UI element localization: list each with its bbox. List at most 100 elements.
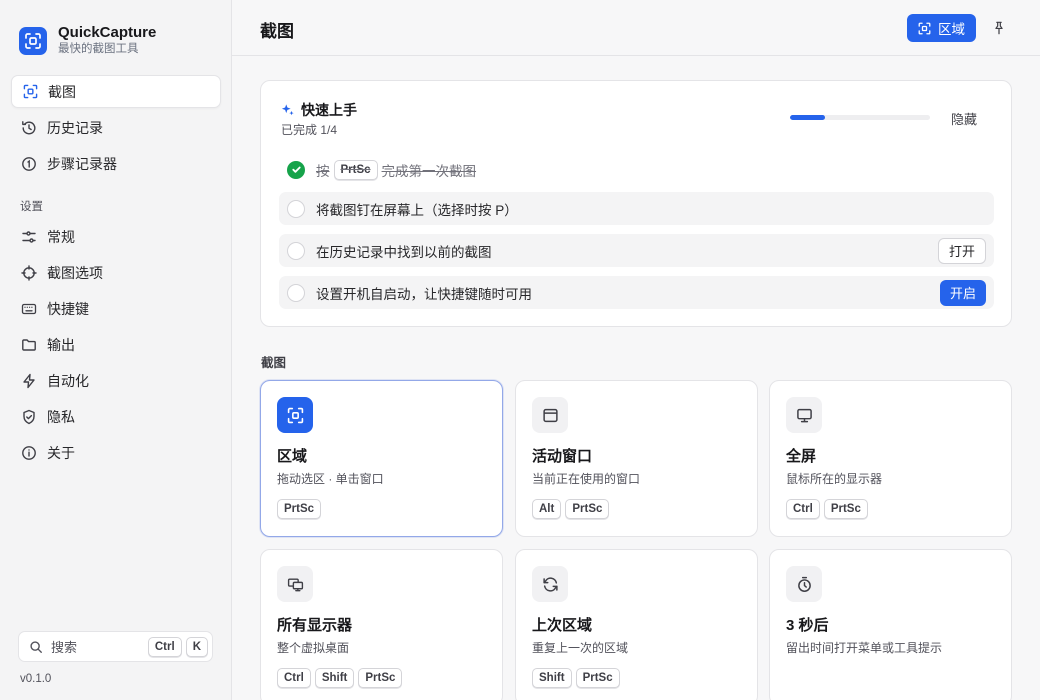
brand: QuickCapture 最快的截图工具 <box>19 24 156 57</box>
task-prefix: 按 <box>316 163 330 179</box>
card-title: 活动窗口 <box>532 448 593 465</box>
crosshair-icon <box>20 264 38 282</box>
app-version: v0.1.0 <box>20 673 52 685</box>
shortcut-keys: Ctrl PrtSc <box>786 499 868 519</box>
task-first-capture: 按 PrtSc 完成第一次截图 <box>279 153 994 186</box>
sidebar-item-label: 隐私 <box>47 408 75 425</box>
sliders-icon <box>20 228 38 246</box>
task-text: 设置开机自启动，让快捷键随时可用 <box>316 286 532 302</box>
shortcut-keys: PrtSc <box>277 499 322 519</box>
shortcut-keys: Ctrl Shift PrtSc <box>277 668 403 688</box>
sparkle-icon <box>281 103 295 117</box>
multi-monitor-icon <box>277 566 313 602</box>
sidebar-item-capture[interactable]: 截图 <box>11 75 221 108</box>
sidebar-item-automation[interactable]: 自动化 <box>11 364 221 397</box>
page-title: 截图 <box>260 22 294 41</box>
capture-card-active-window[interactable]: 活动窗口 当前正在使用的窗口 Alt PrtSc <box>515 380 758 537</box>
task-checkbox[interactable] <box>287 199 305 218</box>
hide-quick-start-button[interactable]: 隐藏 <box>951 109 977 128</box>
sidebar-item-label: 截图 <box>48 83 76 100</box>
kbd-key: PrtSc <box>575 668 620 688</box>
region-capture-icon <box>277 397 313 433</box>
task-checkbox[interactable] <box>287 283 305 302</box>
sidebar-item-about[interactable]: 关于 <box>11 436 221 469</box>
search-button[interactable]: 搜索 Ctrl K <box>18 631 213 662</box>
enable-autostart-button[interactable]: 开启 <box>939 279 986 306</box>
info-icon <box>20 444 38 462</box>
region-capture-button[interactable]: 区域 <box>907 14 976 42</box>
settings-nav: 常规 截图选项 快捷键 输出 自动化 隐私 关于 <box>11 220 221 472</box>
sidebar-item-steps[interactable]: 步骤记录器 <box>11 147 221 180</box>
search-label: 搜索 <box>51 640 78 655</box>
kbd-ctrl: Ctrl <box>147 636 182 657</box>
card-desc: 鼠标所在的显示器 <box>786 472 883 486</box>
card-desc: 重复上一次的区域 <box>532 641 629 655</box>
capture-section-label: 截图 <box>261 356 287 370</box>
monitor-icon <box>786 397 822 433</box>
folder-icon <box>20 336 38 354</box>
sidebar-item-general[interactable]: 常规 <box>11 220 221 253</box>
pin-icon <box>992 21 1006 35</box>
sidebar: QuickCapture 最快的截图工具 截图 历史记录 步骤记录器 设置 常规… <box>0 0 232 700</box>
shortcut-keys: Alt PrtSc <box>532 499 610 519</box>
open-history-button[interactable]: 打开 <box>937 237 986 264</box>
card-title: 所有显示器 <box>277 617 353 634</box>
capture-card-last-region[interactable]: 上次区域 重复上一次的区域 Shift PrtSc <box>515 549 758 700</box>
kbd-key: Shift <box>532 668 572 688</box>
capture-card-all-displays[interactable]: 所有显示器 整个虚拟桌面 Ctrl Shift PrtSc <box>260 549 503 700</box>
sidebar-item-label: 常规 <box>47 228 75 245</box>
kbd-prtsc: PrtSc <box>333 159 378 180</box>
region-capture-icon <box>21 83 39 101</box>
capture-card-fullscreen[interactable]: 全屏 鼠标所在的显示器 Ctrl PrtSc <box>769 380 1012 537</box>
quick-start-title: 快速上手 <box>281 100 357 120</box>
sidebar-item-privacy[interactable]: 隐私 <box>11 400 221 433</box>
sidebar-item-label: 自动化 <box>47 372 89 389</box>
refresh-icon <box>532 566 568 602</box>
kbd-key: Shift <box>314 668 355 688</box>
task-pin-screenshot[interactable]: 将截图钉在屏幕上（选择时按 P） <box>279 192 994 225</box>
keyboard-icon <box>20 300 38 318</box>
kbd-key: PrtSc <box>358 668 403 688</box>
card-desc: 留出时间打开菜单或工具提示 <box>786 641 943 655</box>
steps-icon <box>20 155 38 173</box>
sidebar-item-label: 输出 <box>47 336 75 353</box>
sidebar-item-label: 历史记录 <box>47 119 103 136</box>
sidebar-item-label: 快捷键 <box>47 300 89 317</box>
card-desc: 当前正在使用的窗口 <box>532 472 641 486</box>
search-icon <box>29 640 43 654</box>
capture-card-delayed[interactable]: 3 秒后 留出时间打开菜单或工具提示 <box>769 549 1012 700</box>
task-suffix: 完成第一次截图 <box>381 163 477 179</box>
task-checkbox[interactable] <box>287 241 305 260</box>
settings-section-label: 设置 <box>20 201 43 213</box>
kbd-key: Ctrl <box>786 499 820 519</box>
shield-icon <box>20 408 38 426</box>
region-capture-icon <box>918 22 931 35</box>
bolt-icon <box>20 372 38 390</box>
kbd-key: Ctrl <box>277 668 311 688</box>
card-title: 区域 <box>277 448 308 465</box>
top-header: 截图 区域 <box>232 0 1040 56</box>
kbd-key: PrtSc <box>277 499 322 519</box>
app-name: QuickCapture <box>58 24 157 41</box>
sidebar-item-hotkeys[interactable]: 快捷键 <box>11 292 221 325</box>
sidebar-item-label: 步骤记录器 <box>47 155 117 172</box>
sidebar-item-label: 截图选项 <box>47 264 103 281</box>
capture-card-region[interactable]: 区域 拖动选区 · 单击窗口 PrtSc <box>260 380 503 537</box>
sidebar-item-capture-options[interactable]: 截图选项 <box>11 256 221 289</box>
pin-button[interactable] <box>989 18 1009 38</box>
quick-start-title-text: 快速上手 <box>301 102 357 118</box>
region-button-label: 区域 <box>938 22 965 37</box>
app-logo-icon <box>19 26 47 55</box>
sidebar-item-label: 关于 <box>47 444 75 461</box>
task-autostart[interactable]: 设置开机自启动，让快捷键随时可用 开启 <box>279 276 994 309</box>
card-desc: 拖动选区 · 单击窗口 <box>277 472 384 486</box>
sidebar-item-output[interactable]: 输出 <box>11 328 221 361</box>
task-find-history[interactable]: 在历史记录中找到以前的截图 打开 <box>279 234 994 267</box>
sidebar-item-history[interactable]: 历史记录 <box>11 111 221 144</box>
task-text: 在历史记录中找到以前的截图 <box>316 244 492 260</box>
quick-start-progress-bar <box>790 115 930 120</box>
kbd-key: PrtSc <box>565 499 610 519</box>
app-tagline: 最快的截图工具 <box>58 43 139 55</box>
primary-nav: 截图 历史记录 步骤记录器 <box>11 75 221 183</box>
timer-icon <box>786 566 822 602</box>
